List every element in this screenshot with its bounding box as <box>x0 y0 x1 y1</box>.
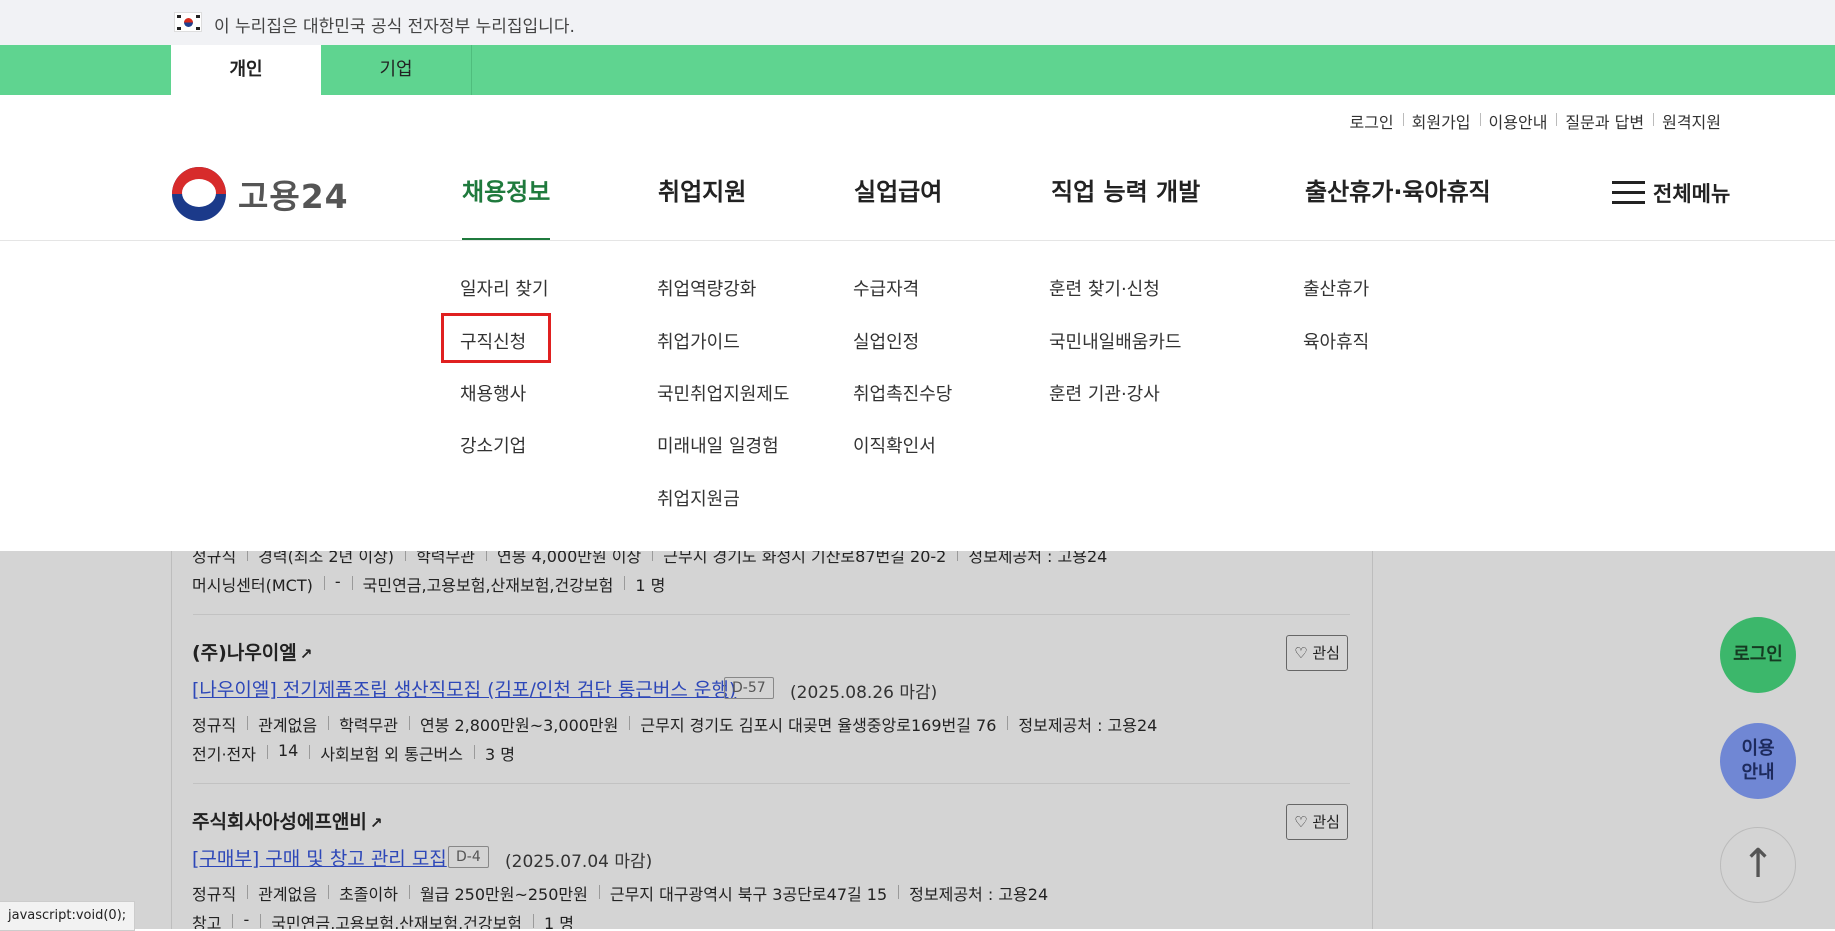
company-name[interactable]: (주)나우이엘 ↗ <box>192 638 312 665</box>
login-link[interactable]: 로그인 <box>1340 109 1402 133</box>
listing-meta-row: 전기·전자 14 사회보험 외 통근버스 3 명 <box>192 741 526 765</box>
arrow-up-icon: ↑ <box>1741 841 1775 887</box>
menu-national-employment[interactable]: 국민취업지원제도 <box>657 380 789 406</box>
korean-flag-icon <box>174 12 202 32</box>
nav-job-info[interactable]: 채용정보 <box>462 172 551 241</box>
signup-link[interactable]: 회원가입 <box>1402 109 1480 133</box>
menu-strong-company[interactable]: 강소기업 <box>460 432 526 458</box>
job-title-link[interactable]: [나우이엘] 전기제품조립 생산직모집 (김포/인천 검단 통근버스 운행) <box>192 675 736 702</box>
nav-vocational-training[interactable]: 직업 능력 개발 <box>1051 172 1200 238</box>
company-name[interactable]: 주식회사아성에프앤비 ↗ <box>192 807 382 834</box>
listing-meta-row: 정규직 관계없음 초졸이하 월급 250만원~250만원 근무지 대구광역시 북… <box>192 881 1059 905</box>
tab-business[interactable]: 기업 <box>321 45 472 95</box>
tab-personal[interactable]: 개인 <box>171 45 321 95</box>
remote-support-link[interactable]: 원격지원 <box>1653 109 1730 133</box>
logo-text: 고용24 <box>238 177 349 216</box>
menu-maternity-leave[interactable]: 출산휴가 <box>1303 275 1369 301</box>
menu-job-guide[interactable]: 취업가이드 <box>657 328 740 354</box>
listing-meta-row: 머시닝센터(MCT) - 국민연금,고용보험,산재보험,건강보험 1 명 <box>192 572 676 596</box>
job-list: 정규직 경력(최소 2년 이상) 학력무관 연봉 4,000만원 이상 근무지 … <box>171 551 1373 929</box>
nav-unemployment-benefit[interactable]: 실업급여 <box>854 172 942 238</box>
row-divider <box>193 783 1350 784</box>
highlight-box <box>441 313 551 363</box>
logo[interactable]: 고용24 <box>172 164 349 224</box>
floating-login-button[interactable]: 로그인 <box>1720 617 1796 693</box>
menu-learning-card[interactable]: 국민내일배움카드 <box>1049 328 1181 354</box>
nav-employment-support[interactable]: 취업지원 <box>658 172 746 238</box>
row-divider <box>193 614 1350 615</box>
nav-maternity-leave[interactable]: 출산휴가·육아휴직 <box>1305 172 1491 238</box>
external-link-icon: ↗ <box>369 814 383 832</box>
listing-meta-row: 정규직 관계없음 학력무관 연봉 2,800만원~3,000만원 근무지 경기도… <box>192 712 1168 736</box>
deadline-text: (2025.08.26 마감) <box>790 683 938 703</box>
deadline-text: (2025.07.04 마감) <box>505 852 653 872</box>
gov-banner-text: 이 누리집은 대한민국 공식 전자정부 누리집입니다. <box>214 17 575 37</box>
dday-badge: D-4 <box>448 846 489 868</box>
menu-competency[interactable]: 취업역량강화 <box>657 275 756 301</box>
favorite-button[interactable]: ♡ 관심 <box>1286 635 1348 671</box>
logo-emblem-icon <box>172 167 226 221</box>
menu-parental-leave[interactable]: 육아휴직 <box>1303 328 1369 354</box>
qna-link[interactable]: 질문과 답변 <box>1556 109 1653 133</box>
heart-icon: ♡ <box>1294 813 1308 831</box>
listing-meta-row: 창고 - 국민연금,고용보험,산재보험,건강보험 1 명 <box>192 910 585 929</box>
menu-separation-certificate[interactable]: 이직확인서 <box>853 432 936 458</box>
heart-icon: ♡ <box>1294 644 1308 662</box>
all-menu-button[interactable]: 전체메뉴 <box>1612 178 1730 208</box>
all-menu-label: 전체메뉴 <box>1653 182 1731 206</box>
listing-meta-row: 정규직 경력(최소 2년 이상) 학력무관 연봉 4,000만원 이상 근무지 … <box>192 551 1118 567</box>
job-listings-area: 정규직 경력(최소 2년 이상) 학력무관 연봉 4,000만원 이상 근무지 … <box>0 551 1835 929</box>
hamburger-icon <box>1612 181 1645 205</box>
menu-employment-subsidy[interactable]: 취업지원금 <box>657 485 740 511</box>
menu-eligibility[interactable]: 수급자격 <box>853 275 919 301</box>
menu-training-search[interactable]: 훈련 찾기·신청 <box>1049 275 1160 301</box>
guide-link[interactable]: 이용안내 <box>1479 109 1557 133</box>
gov-banner: 이 누리집은 대한민국 공식 전자정부 누리집입니다. <box>0 0 1835 45</box>
menu-job-search[interactable]: 일자리 찾기 <box>460 275 549 301</box>
job-title-link[interactable]: [구매부] 구매 및 창고 관리 모집 <box>192 844 447 871</box>
menu-training-institute[interactable]: 훈련 기관·강사 <box>1049 380 1160 406</box>
dday-badge: D-57 <box>724 677 774 699</box>
scroll-top-button[interactable]: ↑ <box>1720 827 1796 903</box>
menu-unemployment-recognition[interactable]: 실업인정 <box>853 328 919 354</box>
utility-links: 로그인 회원가입 이용안내 질문과 답변 원격지원 <box>1340 109 1730 133</box>
menu-reemployment-allowance[interactable]: 취업촉진수당 <box>853 380 952 406</box>
menu-work-experience[interactable]: 미래내일 일경험 <box>657 432 779 458</box>
browser-status-bar: javascript:void(0); <box>0 901 136 931</box>
external-link-icon: ↗ <box>299 645 313 663</box>
user-type-bar: 개인 기업 <box>0 45 1835 95</box>
favorite-button[interactable]: ♡ 관심 <box>1286 804 1348 840</box>
menu-job-fair[interactable]: 채용행사 <box>460 380 526 406</box>
floating-guide-button[interactable]: 이용 안내 <box>1720 723 1796 799</box>
